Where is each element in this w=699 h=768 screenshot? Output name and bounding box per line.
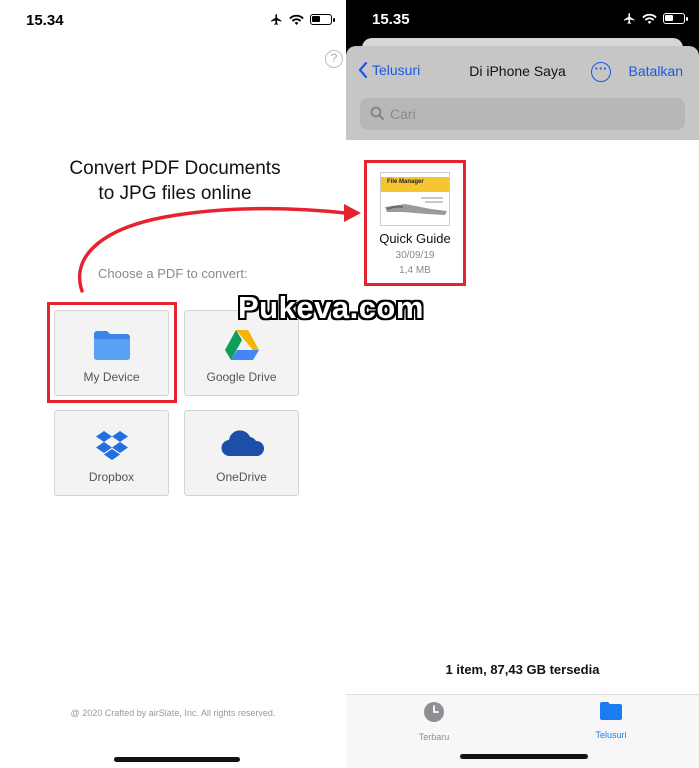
more-options-button[interactable]: ···	[591, 62, 611, 82]
cancel-button[interactable]: Batalkan	[629, 63, 683, 79]
dropbox-label: Dropbox	[88, 470, 135, 484]
home-indicator[interactable]	[114, 757, 240, 762]
screenshot-composite: 15.34 ? Convert PDF Documents to JPG fil…	[0, 0, 699, 768]
status-bar: 15.35	[346, 0, 699, 34]
choose-label: Choose a PDF to convert:	[98, 266, 248, 281]
help-icon[interactable]: ?	[325, 50, 343, 68]
onedrive-button[interactable]: OneDrive	[184, 410, 299, 496]
onedrive-icon	[185, 429, 298, 463]
status-time: 15.35	[372, 11, 410, 28]
wifi-icon	[289, 14, 304, 25]
search-icon	[370, 106, 384, 120]
search-placeholder: Cari	[390, 106, 416, 122]
wifi-icon	[642, 13, 657, 24]
battery-icon	[663, 13, 688, 24]
tab-recent-label: Terbaru	[418, 732, 450, 742]
folder-icon	[600, 702, 622, 720]
status-time: 15.34	[26, 12, 64, 29]
picker-header: 15.35 Telusuri Di iPhone Saya ··· Batalk…	[346, 0, 699, 140]
battery-icon	[310, 14, 335, 25]
airplane-icon	[271, 14, 282, 25]
google-drive-icon	[185, 329, 298, 363]
highlight-my-device	[47, 302, 177, 403]
storage-status: 1 item, 87,43 GB tersedia	[445, 662, 600, 677]
tab-browse[interactable]: Telusuri	[566, 701, 656, 740]
dropbox-button[interactable]: Dropbox	[54, 410, 169, 496]
google-drive-label: Google Drive	[206, 370, 277, 384]
home-indicator[interactable]	[460, 754, 588, 759]
status-icons	[270, 13, 335, 26]
navigation-sheet: Telusuri Di iPhone Saya ··· Batalkan Car…	[346, 46, 699, 140]
headline: Convert PDF Documents to JPG files onlin…	[69, 158, 281, 204]
airplane-icon	[624, 13, 635, 24]
file-picker-screen: 15.35 Telusuri Di iPhone Saya ··· Batalk…	[346, 0, 699, 768]
status-bar: 15.34	[0, 0, 346, 40]
dropbox-icon	[55, 429, 168, 463]
tab-browse-label: Telusuri	[595, 730, 627, 740]
watermark-text: Pukeva.com	[238, 290, 424, 325]
highlight-file	[364, 160, 466, 286]
search-input[interactable]: Cari	[360, 98, 685, 130]
tab-recent[interactable]: Terbaru	[389, 701, 479, 742]
converter-screen: 15.34 ? Convert PDF Documents to JPG fil…	[0, 0, 346, 768]
status-icons	[623, 12, 688, 25]
footer-copyright: @ 2020 Crafted by airSlate, Inc. All rig…	[70, 708, 276, 718]
clock-icon	[424, 702, 444, 722]
onedrive-label: OneDrive	[216, 470, 267, 484]
